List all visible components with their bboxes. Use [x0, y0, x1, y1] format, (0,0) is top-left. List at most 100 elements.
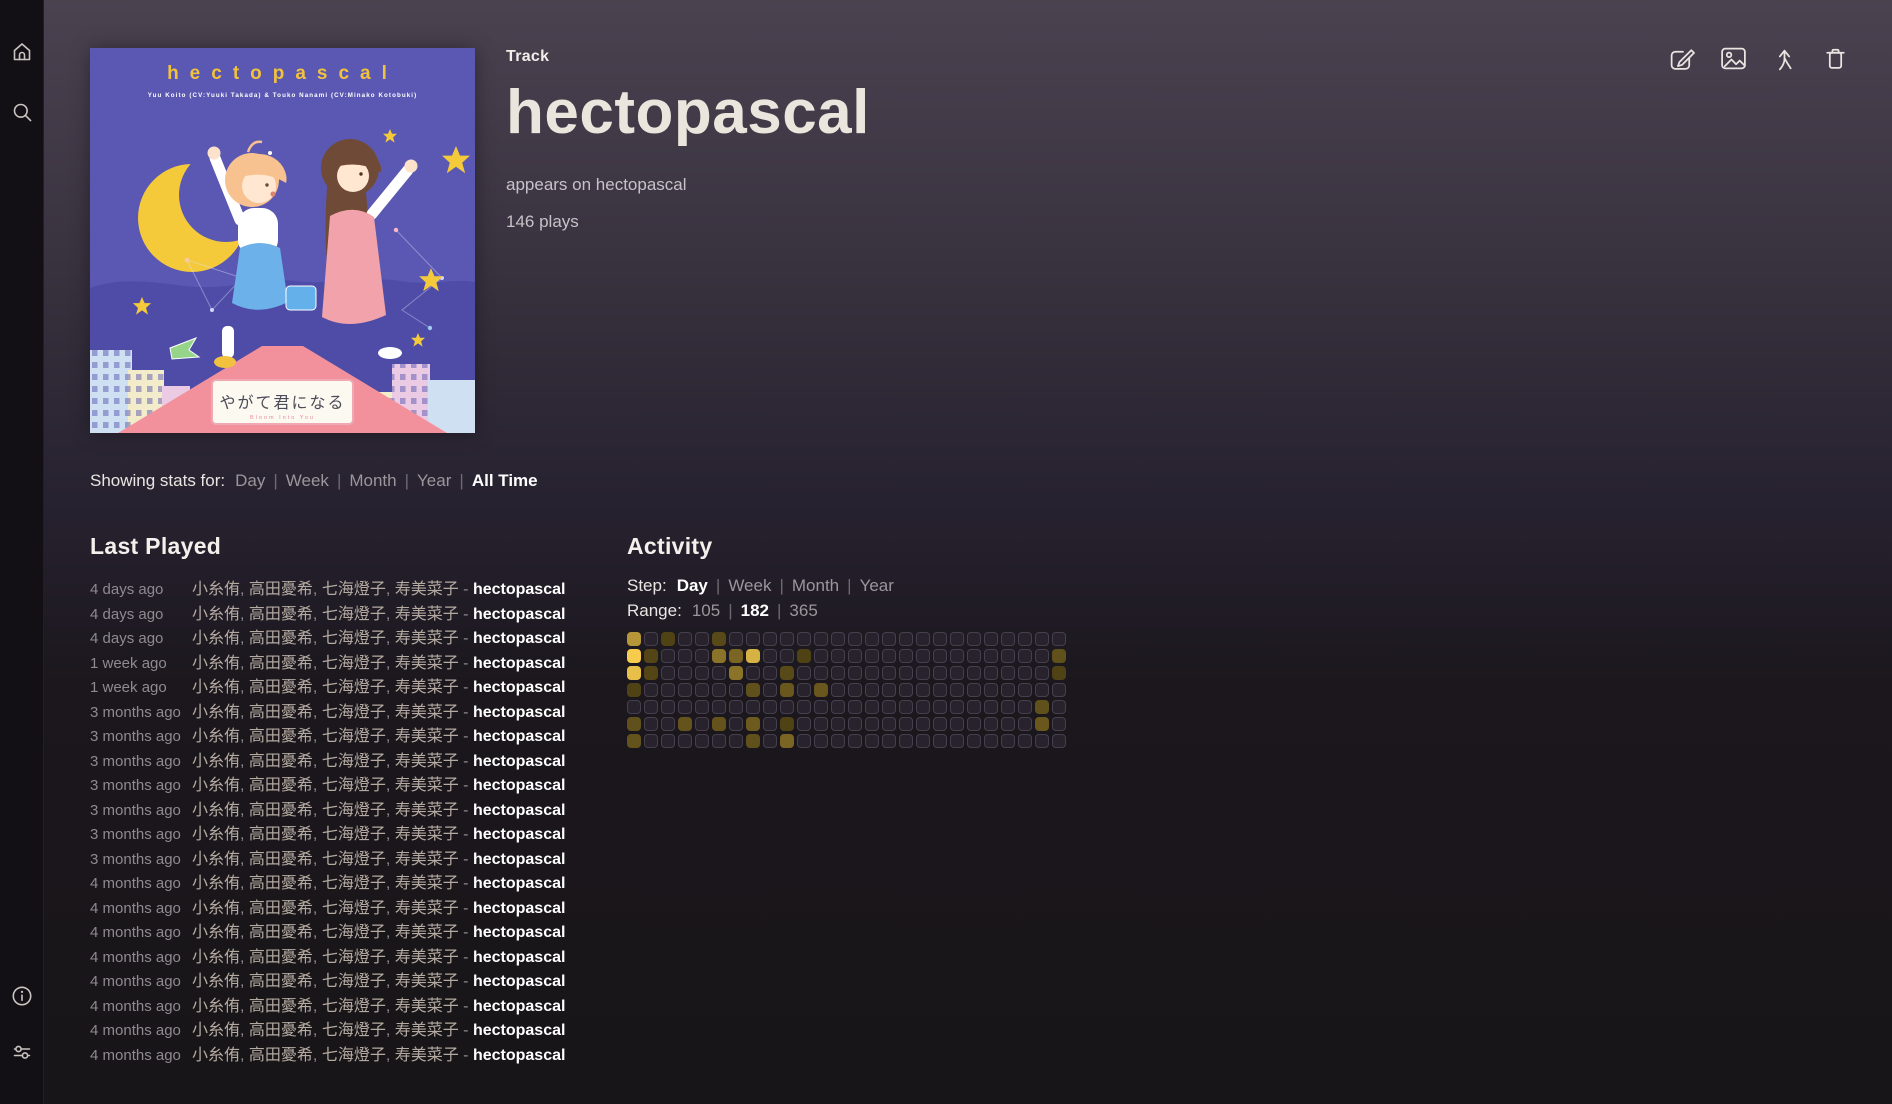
artist-link[interactable]: 七海燈子	[322, 851, 386, 868]
search-icon[interactable]	[10, 100, 34, 124]
heatmap-cell[interactable]	[831, 649, 845, 663]
artist-link[interactable]: 小糸侑	[192, 728, 240, 745]
artist-link[interactable]: 七海燈子	[322, 900, 386, 917]
heatmap-cell[interactable]	[644, 666, 658, 680]
heatmap-cell[interactable]	[1018, 734, 1032, 748]
heatmap-cell[interactable]	[746, 632, 760, 646]
heatmap-cell[interactable]	[797, 683, 811, 697]
artist-link[interactable]: 小糸侑	[192, 949, 240, 966]
heatmap-cell[interactable]	[882, 683, 896, 697]
heatmap-cell[interactable]	[865, 717, 879, 731]
heatmap-cell[interactable]	[729, 700, 743, 714]
track-link[interactable]: hectopascal	[473, 777, 565, 794]
heatmap-cell[interactable]	[627, 649, 641, 663]
heatmap-cell[interactable]	[780, 734, 794, 748]
artist-link[interactable]: 寿美菜子	[395, 851, 459, 868]
artist-link[interactable]: 小糸侑	[192, 581, 240, 598]
heatmap-cell[interactable]	[797, 734, 811, 748]
artist-link[interactable]: 寿美菜子	[395, 655, 459, 672]
track-link[interactable]: hectopascal	[473, 875, 565, 892]
artist-link[interactable]: 小糸侑	[192, 630, 240, 647]
heatmap-cell[interactable]	[899, 649, 913, 663]
heatmap-cell[interactable]	[814, 666, 828, 680]
heatmap-cell[interactable]	[780, 632, 794, 646]
heatmap-cell[interactable]	[865, 649, 879, 663]
heatmap-cell[interactable]	[797, 632, 811, 646]
artist-link[interactable]: 小糸侑	[192, 753, 240, 770]
stats-option-year[interactable]: Year	[417, 471, 451, 490]
heatmap-cell[interactable]	[950, 734, 964, 748]
artist-link[interactable]: 寿美菜子	[395, 606, 459, 623]
artist-link[interactable]: 七海燈子	[322, 949, 386, 966]
stats-option-day[interactable]: Day	[235, 471, 265, 490]
heatmap-cell[interactable]	[729, 717, 743, 731]
heatmap-cell[interactable]	[916, 734, 930, 748]
track-link[interactable]: hectopascal	[473, 728, 565, 745]
heatmap-cell[interactable]	[712, 649, 726, 663]
artist-link[interactable]: 七海燈子	[322, 606, 386, 623]
heatmap-cell[interactable]	[712, 683, 726, 697]
heatmap-cell[interactable]	[712, 717, 726, 731]
artist-link[interactable]: 寿美菜子	[395, 581, 459, 598]
heatmap-cell[interactable]	[933, 649, 947, 663]
heatmap-cell[interactable]	[950, 632, 964, 646]
heatmap-cell[interactable]	[933, 717, 947, 731]
heatmap-cell[interactable]	[1035, 717, 1049, 731]
heatmap-cell[interactable]	[1052, 649, 1066, 663]
heatmap-cell[interactable]	[746, 666, 760, 680]
artist-link[interactable]: 寿美菜子	[395, 900, 459, 917]
artist-link[interactable]: 高田憂希	[249, 900, 313, 917]
heatmap-cell[interactable]	[967, 734, 981, 748]
artist-link[interactable]: 小糸侑	[192, 826, 240, 843]
heatmap-cell[interactable]	[661, 632, 675, 646]
heatmap-cell[interactable]	[797, 666, 811, 680]
scrobble-time-link[interactable]: 3 months ago	[90, 802, 181, 819]
stats-option-all-time[interactable]: All Time	[472, 471, 538, 490]
heatmap-cell[interactable]	[729, 666, 743, 680]
heatmap-cell[interactable]	[661, 717, 675, 731]
track-link[interactable]: hectopascal	[473, 1047, 565, 1064]
artist-link[interactable]: 七海燈子	[322, 924, 386, 941]
artist-link[interactable]: 高田憂希	[249, 704, 313, 721]
heatmap-cell[interactable]	[1052, 734, 1066, 748]
heatmap-cell[interactable]	[848, 734, 862, 748]
artist-link[interactable]: 寿美菜子	[395, 924, 459, 941]
heatmap-cell[interactable]	[644, 632, 658, 646]
track-link[interactable]: hectopascal	[473, 851, 565, 868]
scrobble-time-link[interactable]: 4 months ago	[90, 1047, 181, 1064]
heatmap-cell[interactable]	[644, 734, 658, 748]
artist-link[interactable]: 高田憂希	[249, 777, 313, 794]
heatmap-cell[interactable]	[661, 734, 675, 748]
artist-link[interactable]: 七海燈子	[322, 704, 386, 721]
artist-link[interactable]: 小糸侑	[192, 998, 240, 1015]
heatmap-cell[interactable]	[848, 700, 862, 714]
heatmap-cell[interactable]	[1018, 700, 1032, 714]
artist-link[interactable]: 高田憂希	[249, 630, 313, 647]
scrobble-time-link[interactable]: 4 days ago	[90, 606, 163, 623]
heatmap-cell[interactable]	[627, 666, 641, 680]
artist-link[interactable]: 七海燈子	[322, 679, 386, 696]
heatmap-cell[interactable]	[814, 700, 828, 714]
artist-link[interactable]: 小糸侑	[192, 851, 240, 868]
heatmap-cell[interactable]	[644, 649, 658, 663]
artist-link[interactable]: 七海燈子	[322, 581, 386, 598]
track-link[interactable]: hectopascal	[473, 630, 565, 647]
artist-link[interactable]: 高田憂希	[249, 581, 313, 598]
heatmap-cell[interactable]	[899, 700, 913, 714]
range-option-105[interactable]: 105	[692, 601, 720, 620]
heatmap-cell[interactable]	[984, 700, 998, 714]
scrobble-time-link[interactable]: 3 months ago	[90, 704, 181, 721]
heatmap-cell[interactable]	[899, 734, 913, 748]
heatmap-cell[interactable]	[899, 683, 913, 697]
stats-option-week[interactable]: Week	[286, 471, 329, 490]
heatmap-cell[interactable]	[627, 700, 641, 714]
artist-link[interactable]: 寿美菜子	[395, 728, 459, 745]
heatmap-cell[interactable]	[695, 666, 709, 680]
heatmap-cell[interactable]	[814, 683, 828, 697]
range-option-182[interactable]: 182	[741, 601, 769, 620]
heatmap-cell[interactable]	[831, 700, 845, 714]
heatmap-cell[interactable]	[780, 717, 794, 731]
heatmap-cell[interactable]	[644, 683, 658, 697]
scrobble-time-link[interactable]: 4 months ago	[90, 949, 181, 966]
heatmap-cell[interactable]	[678, 649, 692, 663]
